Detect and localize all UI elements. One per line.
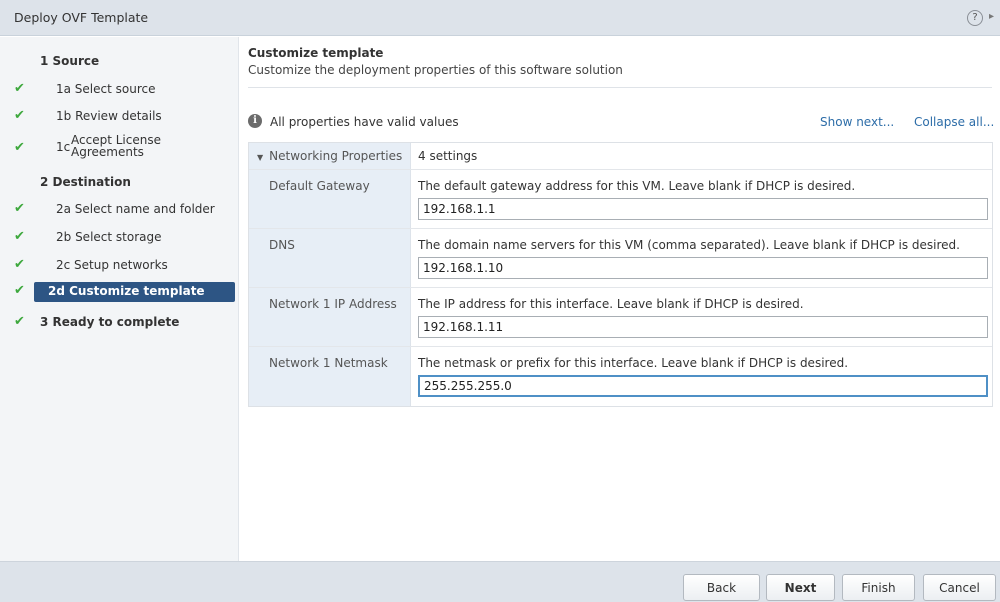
check-icon: ✔ (14, 314, 25, 329)
wizard-steps-sidebar: 1 Source ✔ 1a Select source ✔ 1b Review … (0, 37, 239, 561)
step-1c-accept-license[interactable]: ✔ 1c Accept License Agreements (0, 134, 239, 163)
property-label: Network 1 IP Address (269, 297, 397, 311)
properties-table: ▼ Networking Properties 4 settings Defaul… (248, 142, 993, 407)
validation-message: All properties have valid values (270, 115, 459, 129)
property-group-row[interactable]: ▼ Networking Properties 4 settings (249, 143, 992, 170)
check-icon: ✔ (14, 229, 25, 244)
check-icon: ✔ (14, 140, 25, 155)
property-description: The netmask or prefix for this interface… (418, 356, 849, 370)
property-description: The default gateway address for this VM.… (418, 179, 856, 193)
property-label: DNS (269, 238, 295, 252)
check-icon: ✔ (14, 81, 25, 96)
back-button[interactable]: Back (683, 574, 760, 601)
dns-input[interactable] (418, 257, 988, 279)
property-description: The domain name servers for this VM (com… (418, 238, 960, 252)
property-description: The IP address for this interface. Leave… (418, 297, 804, 311)
dialog-titlebar: Deploy OVF Template ? ▸ (0, 0, 1000, 36)
check-icon: ✔ (14, 201, 25, 216)
property-row-ip-address: Network 1 IP Address The IP address for … (249, 288, 992, 347)
next-button[interactable]: Next (766, 574, 835, 601)
check-icon: ✔ (14, 283, 25, 298)
show-next-link[interactable]: Show next... (820, 115, 894, 129)
header-divider (248, 87, 992, 88)
step-1b-review-details[interactable]: ✔ 1b Review details (0, 107, 239, 127)
expand-arrow-icon[interactable]: ▸ (989, 11, 994, 22)
property-row-dns: DNS The domain name servers for this VM … (249, 229, 992, 288)
property-row-default-gateway: Default Gateway The default gateway addr… (249, 170, 992, 229)
info-icon: i (248, 114, 262, 128)
cancel-button[interactable]: Cancel (923, 574, 996, 601)
page-title: Customize template (248, 46, 384, 60)
finish-button[interactable]: Finish (842, 574, 915, 601)
step-2a-select-name-folder[interactable]: ✔ 2a Select name and folder (0, 200, 239, 220)
step-2d-customize-template[interactable]: ✔ 2d Customize template (14, 282, 235, 302)
ip-address-input[interactable] (418, 316, 988, 338)
step-2-destination: 2 Destination (40, 175, 131, 189)
check-icon: ✔ (14, 257, 25, 272)
default-gateway-input[interactable] (418, 198, 988, 220)
check-icon: ✔ (14, 108, 25, 123)
step-2b-select-storage[interactable]: ✔ 2b Select storage (0, 228, 239, 248)
property-label: Network 1 Netmask (269, 356, 388, 370)
property-row-netmask: Network 1 Netmask The netmask or prefix … (249, 347, 992, 406)
caret-down-icon[interactable]: ▼ (257, 153, 263, 162)
validation-status: i All properties have valid values Show … (248, 113, 994, 131)
wizard-footer: Back Next Finish Cancel (0, 561, 1000, 602)
property-label: Default Gateway (269, 179, 370, 193)
help-icon[interactable]: ? (967, 10, 983, 26)
step-1-source: 1 Source (40, 54, 100, 68)
step-2c-setup-networks[interactable]: ✔ 2c Setup networks (0, 256, 239, 276)
dialog-title: Deploy OVF Template (14, 10, 149, 25)
collapse-all-link[interactable]: Collapse all... (914, 115, 994, 129)
group-name: Networking Properties (269, 149, 403, 163)
step-3-ready-to-complete[interactable]: ✔ 3 Ready to complete (0, 313, 239, 333)
step-1a-select-source[interactable]: ✔ 1a Select source (0, 80, 239, 100)
netmask-input[interactable] (418, 375, 988, 397)
group-count: 4 settings (418, 149, 478, 163)
page-description: Customize the deployment properties of t… (248, 63, 623, 77)
